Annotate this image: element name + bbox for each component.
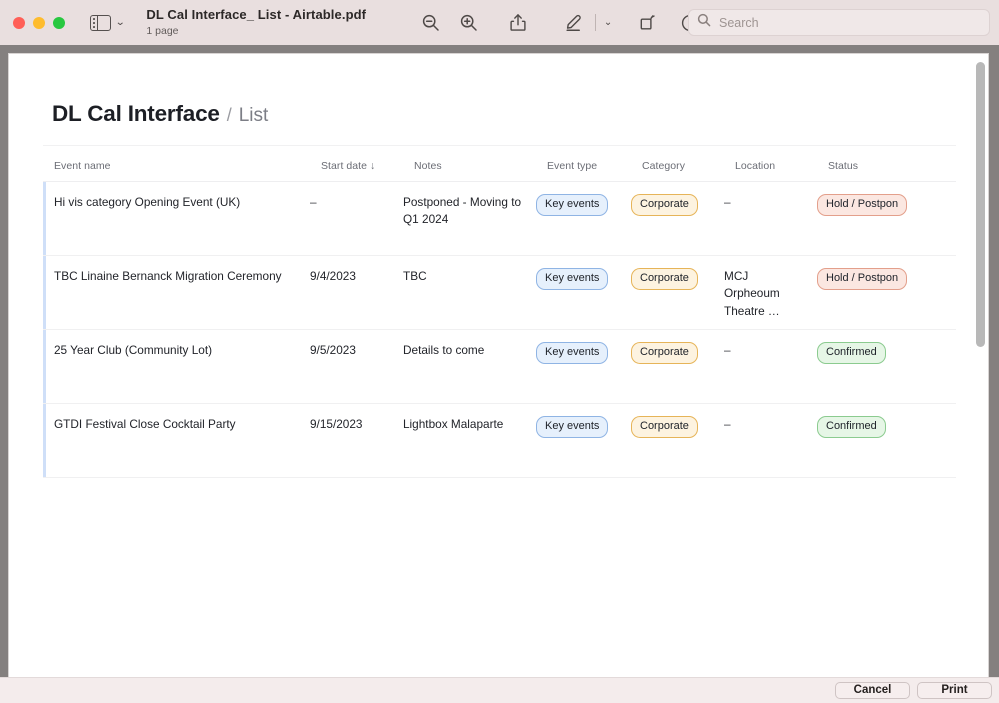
preview-window: ⌄ DL Cal Interface_ List - Airtable.pdf … xyxy=(0,0,999,703)
category-badge: Corporate xyxy=(631,194,698,216)
table-row[interactable]: TBC Linaine Bernanck Migration Ceremony … xyxy=(43,256,956,330)
cell-event-name: 25 Year Club (Community Lot) xyxy=(54,343,213,357)
cell-status: Hold / Postpon xyxy=(817,268,927,329)
window-titlebar: ⌄ DL Cal Interface_ List - Airtable.pdf … xyxy=(0,0,999,45)
row-accent-bar xyxy=(43,182,46,255)
minimize-button[interactable] xyxy=(33,16,45,29)
cell-start-date: – xyxy=(310,195,317,209)
search-input[interactable] xyxy=(717,14,981,31)
column-header-event-name[interactable]: Event name xyxy=(54,160,321,172)
cell-notes: Details to come xyxy=(403,343,485,357)
table-row[interactable]: 25 Year Club (Community Lot) 9/5/2023 De… xyxy=(43,330,956,404)
window-controls xyxy=(13,16,65,29)
cell-category: Corporate xyxy=(631,342,724,403)
pdf-viewer-area: DL Cal Interface / List Event name Start… xyxy=(0,45,999,678)
event-type-badge: Key events xyxy=(536,416,609,438)
cell-location: – xyxy=(724,195,731,209)
document-page-count: 1 page xyxy=(146,24,179,37)
markup-chevron-down-icon[interactable]: ⌄ xyxy=(598,8,618,38)
row-accent-bar xyxy=(43,330,46,403)
breadcrumb-separator: / xyxy=(226,105,232,125)
sidebar-toggle-button[interactable]: ⌄ xyxy=(90,14,125,31)
cell-location: – xyxy=(724,417,731,431)
column-header-start-date[interactable]: Start date ↓ xyxy=(321,160,414,172)
table-row[interactable]: GTDI Festival Close Cocktail Party 9/15/… xyxy=(43,404,956,478)
event-type-badge: Key events xyxy=(536,194,609,216)
toolbar-divider xyxy=(595,14,597,31)
pdf-page: DL Cal Interface / List Event name Start… xyxy=(9,54,988,678)
zoom-out-button[interactable] xyxy=(411,8,449,38)
column-header-status[interactable]: Status xyxy=(828,160,938,172)
column-header-notes[interactable]: Notes xyxy=(414,160,547,172)
document-title: DL Cal Interface_ List - Airtable.pdf xyxy=(146,7,367,22)
toolbar: ⌄ xyxy=(411,8,709,38)
breadcrumb-base: DL Cal Interface xyxy=(52,101,220,126)
maximize-button[interactable] xyxy=(53,16,65,29)
search-icon xyxy=(697,13,711,32)
cell-category: Corporate xyxy=(631,268,724,329)
status-badge: Confirmed xyxy=(817,416,886,438)
category-badge: Corporate xyxy=(631,416,698,438)
print-button[interactable]: Print xyxy=(917,682,992,699)
cell-status: Confirmed xyxy=(817,416,927,477)
event-type-badge: Key events xyxy=(536,268,609,290)
zoom-in-button[interactable] xyxy=(449,8,487,38)
cell-event-type: Key events xyxy=(536,194,631,255)
cell-event-name: TBC Linaine Bernanck Migration Ceremony xyxy=(54,269,282,283)
cell-event-name: GTDI Festival Close Cocktail Party xyxy=(54,417,236,431)
rotate-button[interactable] xyxy=(628,8,666,38)
row-accent-bar xyxy=(43,256,46,329)
breadcrumb: DL Cal Interface / List xyxy=(43,101,956,146)
cell-event-type: Key events xyxy=(536,416,631,477)
cell-event-type: Key events xyxy=(536,342,631,403)
chevron-down-icon[interactable]: ⌄ xyxy=(115,17,125,28)
column-header-location[interactable]: Location xyxy=(735,160,828,172)
category-badge: Corporate xyxy=(631,268,698,290)
table-row[interactable]: Hi vis category Opening Event (UK) – Pos… xyxy=(43,182,956,256)
vertical-scrollbar[interactable] xyxy=(976,62,985,678)
cell-category: Corporate xyxy=(631,194,724,255)
cell-category: Corporate xyxy=(631,416,724,477)
scrollbar-thumb[interactable] xyxy=(976,62,985,347)
cell-start-date: 9/5/2023 xyxy=(310,343,356,357)
status-badge: Hold / Postpon xyxy=(817,194,908,216)
cell-status: Confirmed xyxy=(817,342,927,403)
cell-location: MCJ Orpheoum Theatre … xyxy=(724,269,780,318)
share-button[interactable] xyxy=(499,8,537,38)
cell-event-type: Key events xyxy=(536,268,631,329)
close-button[interactable] xyxy=(13,16,25,29)
status-badge: Confirmed xyxy=(817,342,886,364)
cancel-button[interactable]: Cancel xyxy=(835,682,910,699)
cell-start-date: 9/15/2023 xyxy=(310,417,363,431)
print-dialog-footer: Cancel Print xyxy=(0,678,999,703)
markup-button[interactable] xyxy=(555,8,593,38)
cell-notes: Postponed - Moving to Q1 2024 xyxy=(403,195,522,227)
sidebar-icon xyxy=(90,14,111,31)
event-type-badge: Key events xyxy=(536,342,609,364)
table-header-row: Event name Start date ↓ Notes Event type… xyxy=(43,160,956,182)
column-header-event-type[interactable]: Event type xyxy=(547,160,642,172)
airtable-list-content: DL Cal Interface / List Event name Start… xyxy=(43,101,956,478)
row-accent-bar xyxy=(43,404,46,477)
cell-location: – xyxy=(724,343,731,357)
cell-notes: Lightbox Malaparte xyxy=(403,417,504,431)
events-table: Event name Start date ↓ Notes Event type… xyxy=(43,160,956,478)
status-badge: Hold / Postpon xyxy=(817,268,908,290)
column-header-category[interactable]: Category xyxy=(642,160,735,172)
cell-notes: TBC xyxy=(403,269,427,283)
category-badge: Corporate xyxy=(631,342,698,364)
breadcrumb-current: List xyxy=(238,105,269,126)
cell-start-date: 9/4/2023 xyxy=(310,269,356,283)
search-field[interactable] xyxy=(688,9,990,36)
cell-status: Hold / Postpon xyxy=(817,194,927,255)
document-info: DL Cal Interface_ List - Airtable.pdf 1 … xyxy=(146,7,367,37)
cell-event-name: Hi vis category Opening Event (UK) xyxy=(54,195,241,209)
